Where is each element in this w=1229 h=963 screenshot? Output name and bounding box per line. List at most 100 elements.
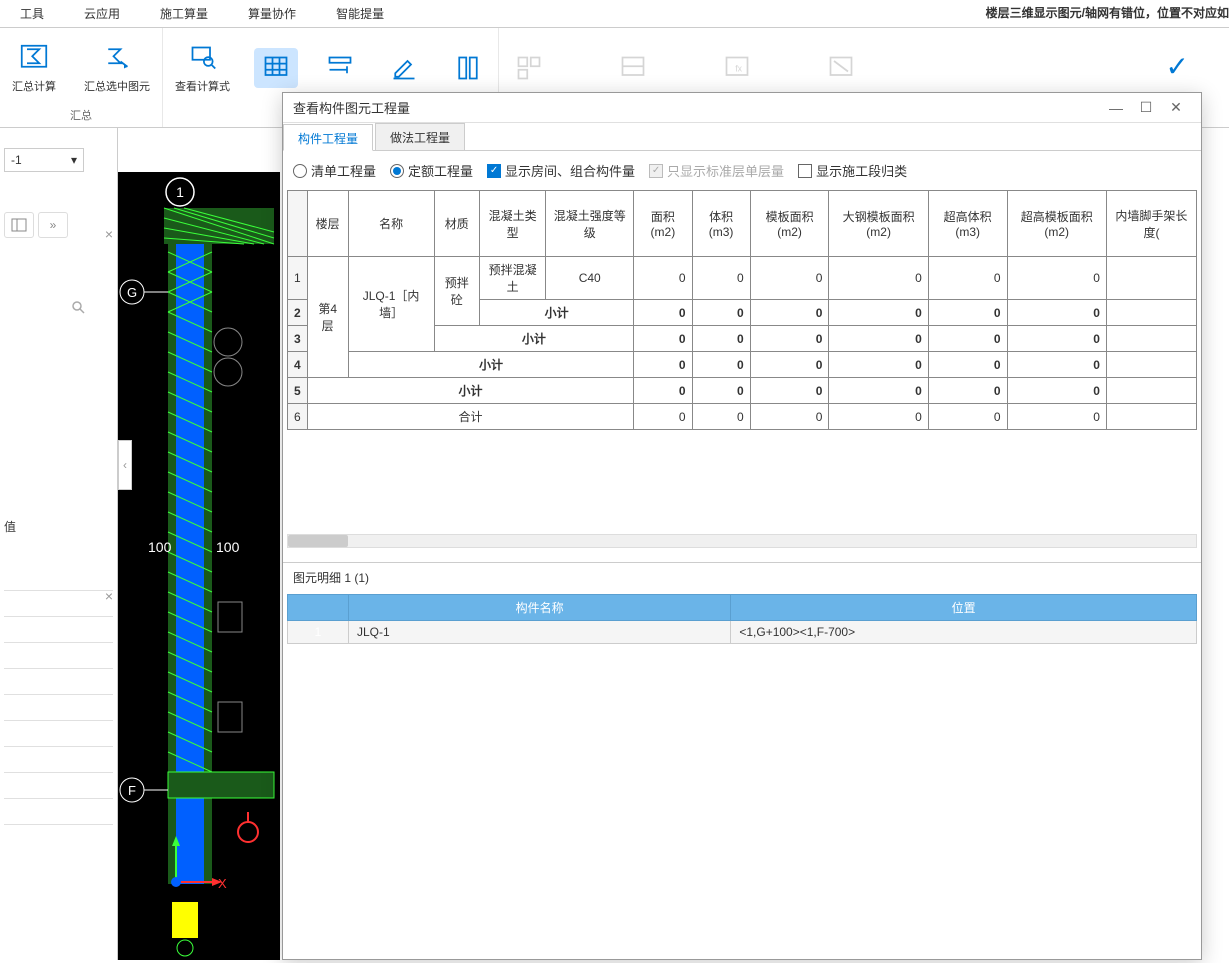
detail-rownum: 1 (288, 621, 349, 644)
detail-header: 图元明细 1 (1) (283, 562, 1201, 592)
ribbon-item-5[interactable] (446, 48, 490, 88)
property-row (4, 695, 113, 721)
col-name[interactable]: 名称 (348, 191, 434, 257)
checkbox-icon: ✓ (487, 164, 501, 178)
close-icon-2[interactable]: × (105, 588, 113, 604)
cell-val (1106, 352, 1196, 378)
checkbox-icon (798, 164, 812, 178)
drawing-canvas[interactable]: 1 G F 100 100 (118, 172, 280, 960)
radio-quota-qty[interactable]: 定额工程量 (390, 161, 473, 180)
close-button[interactable]: ✕ (1161, 99, 1191, 116)
maximize-button[interactable]: ☐ (1131, 99, 1161, 116)
menu-collab[interactable]: 算量协作 (228, 5, 316, 22)
cell-val: 0 (750, 404, 829, 430)
ribbon-view-formula[interactable]: 查看计算式 (171, 38, 234, 98)
menu-cloud[interactable]: 云应用 (64, 5, 140, 22)
chevron-down-icon: ▾ (71, 153, 77, 167)
col-floor[interactable]: 楼层 (307, 191, 348, 257)
ribbon-item-3[interactable] (318, 48, 362, 88)
col-conc-type[interactable]: 混凝土类型 (480, 191, 546, 257)
check-icon[interactable]: ✓ (1166, 50, 1189, 83)
grid-icon (258, 52, 294, 84)
cell-val (1106, 378, 1196, 404)
radio-list-qty[interactable]: 清单工程量 (293, 161, 376, 180)
top-warning-text: 楼层三维显示图元/轴网有错位，位置不对应如 (986, 4, 1229, 21)
cell-val (1106, 257, 1196, 300)
col-extra-vol[interactable]: 超高体积(m3) (928, 191, 1007, 257)
expand-button[interactable]: » (38, 212, 68, 238)
horizontal-scrollbar[interactable] (287, 534, 1197, 548)
cell-val: 0 (1007, 352, 1106, 378)
col-area[interactable]: 面积(m2) (634, 191, 692, 257)
cell-name: JLQ-1［内墙］ (348, 257, 434, 352)
cell-val: 0 (928, 257, 1007, 300)
rownum: 3 (288, 326, 308, 352)
cb-show-room-label: 显示房间、组合构件量 (505, 161, 635, 180)
cb-show-construction[interactable]: 显示施工段归类 (798, 161, 907, 180)
ribbon-total-calc-label: 汇总计算 (12, 78, 56, 94)
checkbox-icon: ✓ (649, 164, 663, 178)
detail-col-pos[interactable]: 位置 (731, 595, 1197, 621)
tab-method-qty[interactable]: 做法工程量 (375, 123, 465, 150)
table-row[interactable]: 1 第4层 JLQ-1［内墙］ 预拌砼 预拌混凝土 C40 0 0 0 0 0 … (288, 257, 1197, 300)
detail-row[interactable]: 1 JLQ-1 <1,G+100><1,F-700> (288, 621, 1197, 644)
cell-subtotal: 小计 (307, 378, 634, 404)
col-material[interactable]: 材质 (434, 191, 480, 257)
menu-construction[interactable]: 施工算量 (140, 5, 228, 22)
ribbon-item-4[interactable] (382, 48, 426, 88)
measure-icon (322, 52, 358, 84)
cell-val: 0 (829, 326, 928, 352)
col-steel-form[interactable]: 大钢模板面积(m2) (829, 191, 928, 257)
quantity-table-wrap[interactable]: 楼层 名称 材质 混凝土类型 混凝土强度等级 面积(m2) 体积(m3) 模板面… (283, 190, 1201, 430)
minimize-button[interactable]: — (1101, 100, 1131, 116)
layout-button[interactable] (4, 212, 34, 238)
col-volume[interactable]: 体积(m3) (692, 191, 750, 257)
ribbon-view-quantity[interactable] (254, 48, 298, 88)
cell-val: 0 (750, 326, 829, 352)
col-scaffold[interactable]: 内墙脚手架长度( (1106, 191, 1196, 257)
close-icon[interactable]: × (105, 226, 113, 242)
col-grade[interactable]: 混凝土强度等级 (546, 191, 634, 257)
ribbon-group-summary: 汇总计算 汇总选中图元 汇总 (0, 28, 163, 127)
cell-val: 0 (692, 404, 750, 430)
property-row (4, 773, 113, 799)
svg-text:100: 100 (216, 539, 240, 555)
edit-icon (386, 52, 422, 84)
table-row[interactable]: 4 小计 0 0 0 0 0 0 (288, 352, 1197, 378)
view-quantity-dialog: 查看构件图元工程量 — ☐ ✕ 构件工程量 做法工程量 清单工程量 定额工程量 … (282, 92, 1202, 960)
grid-label-1: 1 (176, 184, 184, 200)
menu-tools[interactable]: 工具 (0, 5, 64, 22)
table-row-total[interactable]: 6 合计 0 0 0 0 0 0 (288, 404, 1197, 430)
cell-val: 0 (692, 352, 750, 378)
sigma-arrow-icon (99, 42, 135, 74)
collapse-handle[interactable]: ‹ (118, 440, 132, 490)
property-row (4, 721, 113, 747)
property-row (4, 747, 113, 773)
ribbon-total-selected[interactable]: 汇总选中图元 (80, 38, 154, 98)
ribbon-disabled-4 (819, 48, 863, 88)
col-formwork[interactable]: 模板面积(m2) (750, 191, 829, 257)
floor-dropdown[interactable]: -1 ▾ (4, 148, 84, 172)
search-icon[interactable] (71, 300, 85, 317)
scrollbar-thumb[interactable] (288, 535, 348, 547)
cell-val: 0 (1007, 404, 1106, 430)
cell-val: 0 (750, 300, 829, 326)
cell-val: 0 (750, 257, 829, 300)
ribbon-total-calc[interactable]: 汇总计算 (8, 38, 60, 98)
rownum-header (288, 191, 308, 257)
cell-val: 0 (750, 352, 829, 378)
tab-component-qty[interactable]: 构件工程量 (283, 124, 373, 151)
col-extra-form[interactable]: 超高模板面积(m2) (1007, 191, 1106, 257)
dialog-titlebar[interactable]: 查看构件图元工程量 — ☐ ✕ (283, 93, 1201, 123)
cell-val: 0 (750, 378, 829, 404)
svg-text:G: G (127, 285, 137, 300)
cb-show-room[interactable]: ✓ 显示房间、组合构件量 (487, 161, 635, 180)
radio-icon (293, 164, 307, 178)
cell-val: 0 (692, 378, 750, 404)
svg-text:F: F (128, 783, 136, 798)
menu-smart[interactable]: 智能提量 (316, 5, 404, 22)
cb-std-floor-label: 只显示标准层单层量 (667, 161, 784, 180)
table-row[interactable]: 5 小计 0 0 0 0 0 0 (288, 378, 1197, 404)
detail-col-name[interactable]: 构件名称 (349, 595, 731, 621)
cell-subtotal: 小计 (348, 352, 634, 378)
